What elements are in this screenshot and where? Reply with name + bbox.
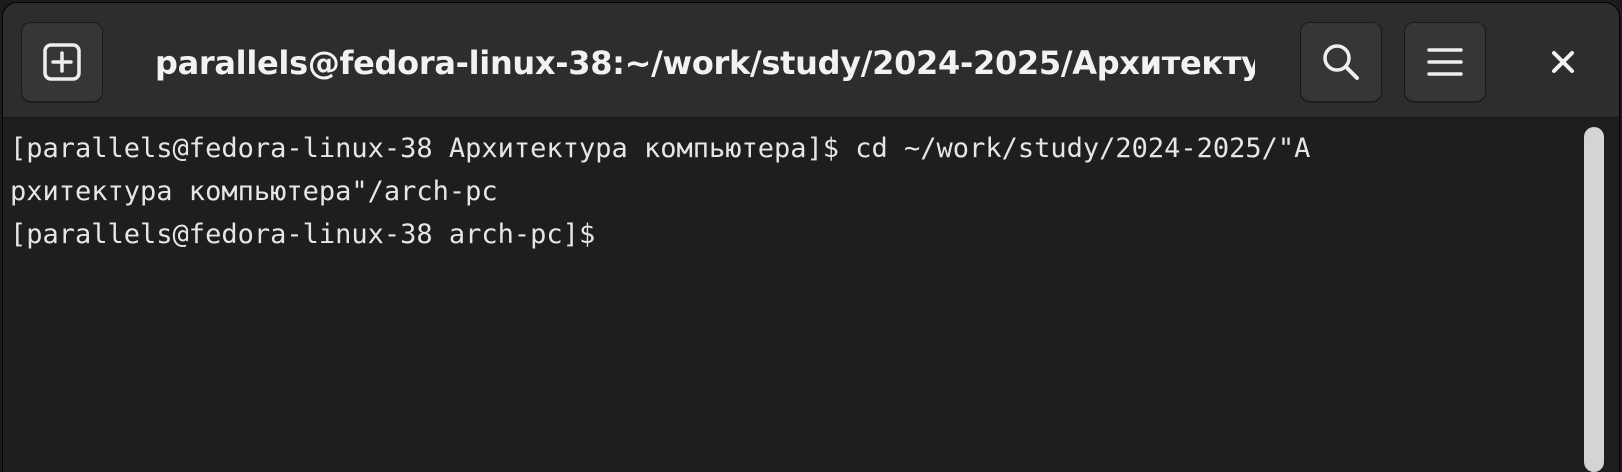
close-icon: [1550, 49, 1576, 75]
terminal-line: [parallels@fedora-linux-38 Архитектура к…: [10, 133, 1311, 164]
new-tab-button[interactable]: [21, 22, 103, 102]
search-button[interactable]: [1300, 22, 1382, 102]
main-menu-button[interactable]: [1404, 22, 1486, 102]
new-tab-icon: [42, 42, 82, 82]
search-icon: [1321, 42, 1361, 82]
window-title: parallels@fedora-linux-38:~/work/study/2…: [155, 44, 1255, 82]
vertical-scrollbar[interactable]: [1584, 127, 1604, 472]
terminal-window: parallels@fedora-linux-38:~/work/study/2…: [3, 3, 1619, 472]
terminal-prompt-line: [parallels@fedora-linux-38 arch-pc]$: [10, 219, 612, 250]
close-button[interactable]: [1523, 22, 1603, 102]
hamburger-menu-icon: [1425, 42, 1465, 82]
terminal-output[interactable]: [parallels@fedora-linux-38 Архитектура к…: [3, 118, 1619, 472]
headerbar: parallels@fedora-linux-38:~/work/study/2…: [3, 3, 1619, 118]
terminal-line: рхитектура компьютера"/arch-pc: [10, 176, 498, 207]
